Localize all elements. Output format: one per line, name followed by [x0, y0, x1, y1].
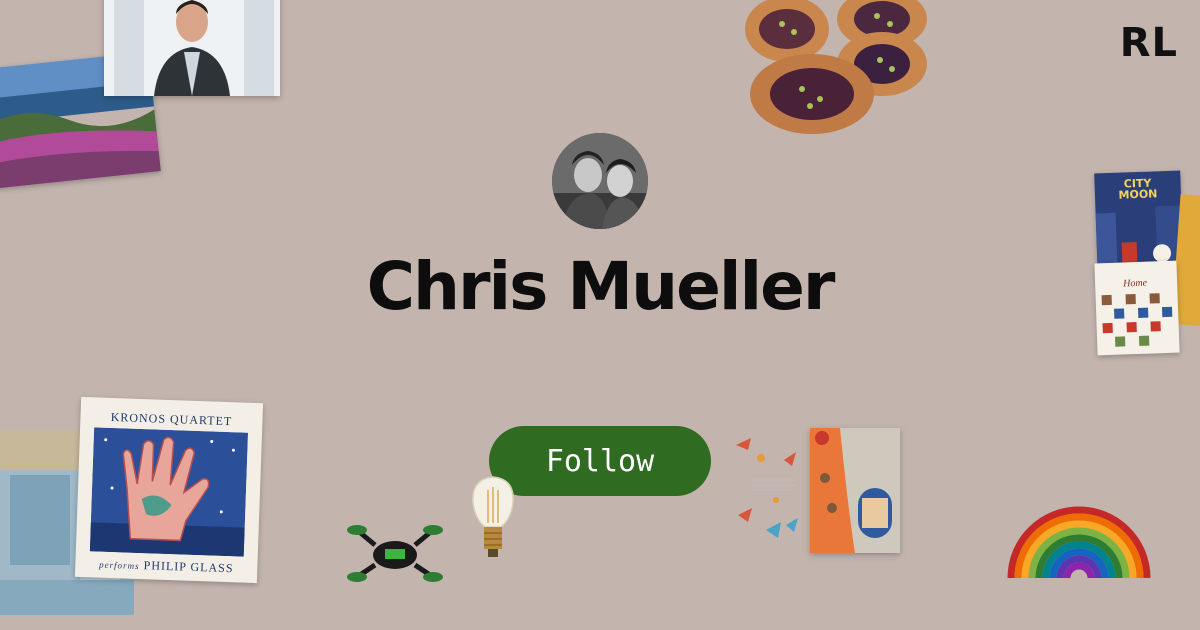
hand-illustration: [89, 427, 249, 557]
pastry-photo: [742, 0, 932, 139]
bird-illustration: [726, 430, 816, 555]
brand-logo[interactable]: RL: [1120, 20, 1178, 66]
album-cover: KRONOS QUARTET performs PHILIP GLASS: [74, 396, 264, 584]
album-performs: performs: [98, 559, 140, 572]
picture-book: [810, 428, 900, 553]
follow-button[interactable]: Follow: [489, 426, 711, 496]
rainbow-toy: [1005, 498, 1153, 580]
book-home-title: Home: [1122, 277, 1148, 290]
profile-name: Chris Mueller: [366, 248, 836, 325]
drone-toy: [345, 515, 445, 590]
portrait-photo: [104, 0, 280, 96]
book-home: Home: [1094, 260, 1180, 356]
light-bulb: [468, 475, 518, 560]
avatar[interactable]: [552, 133, 648, 229]
avatar-photo: [552, 133, 648, 229]
book-title-line2: MOON: [1118, 187, 1158, 202]
album-artist: PHILIP GLASS: [143, 558, 234, 576]
